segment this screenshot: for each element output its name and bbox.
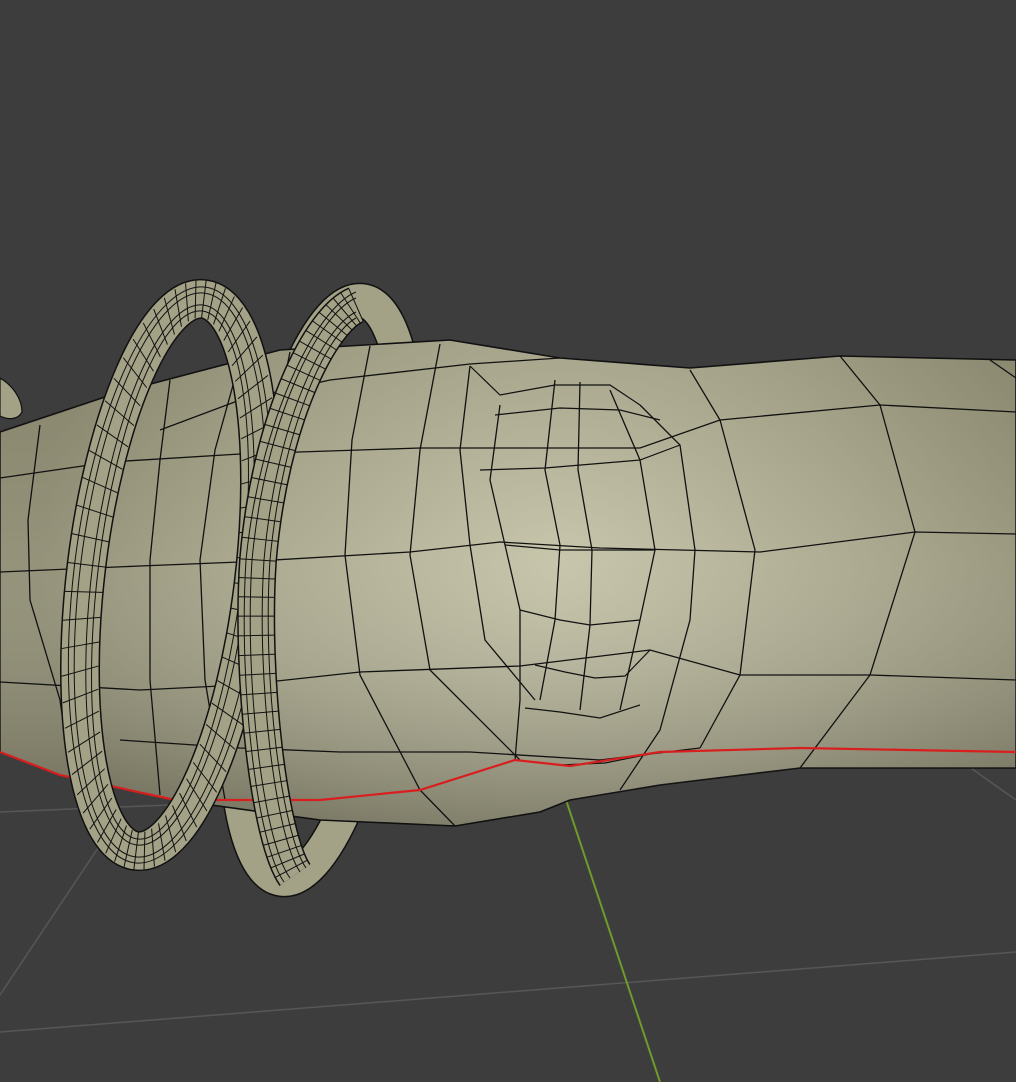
tube-body [0,339,1016,827]
torus-ring-partial [0,377,23,420]
3d-viewport[interactable] [0,0,1016,1082]
y-axis-line [565,799,661,1082]
